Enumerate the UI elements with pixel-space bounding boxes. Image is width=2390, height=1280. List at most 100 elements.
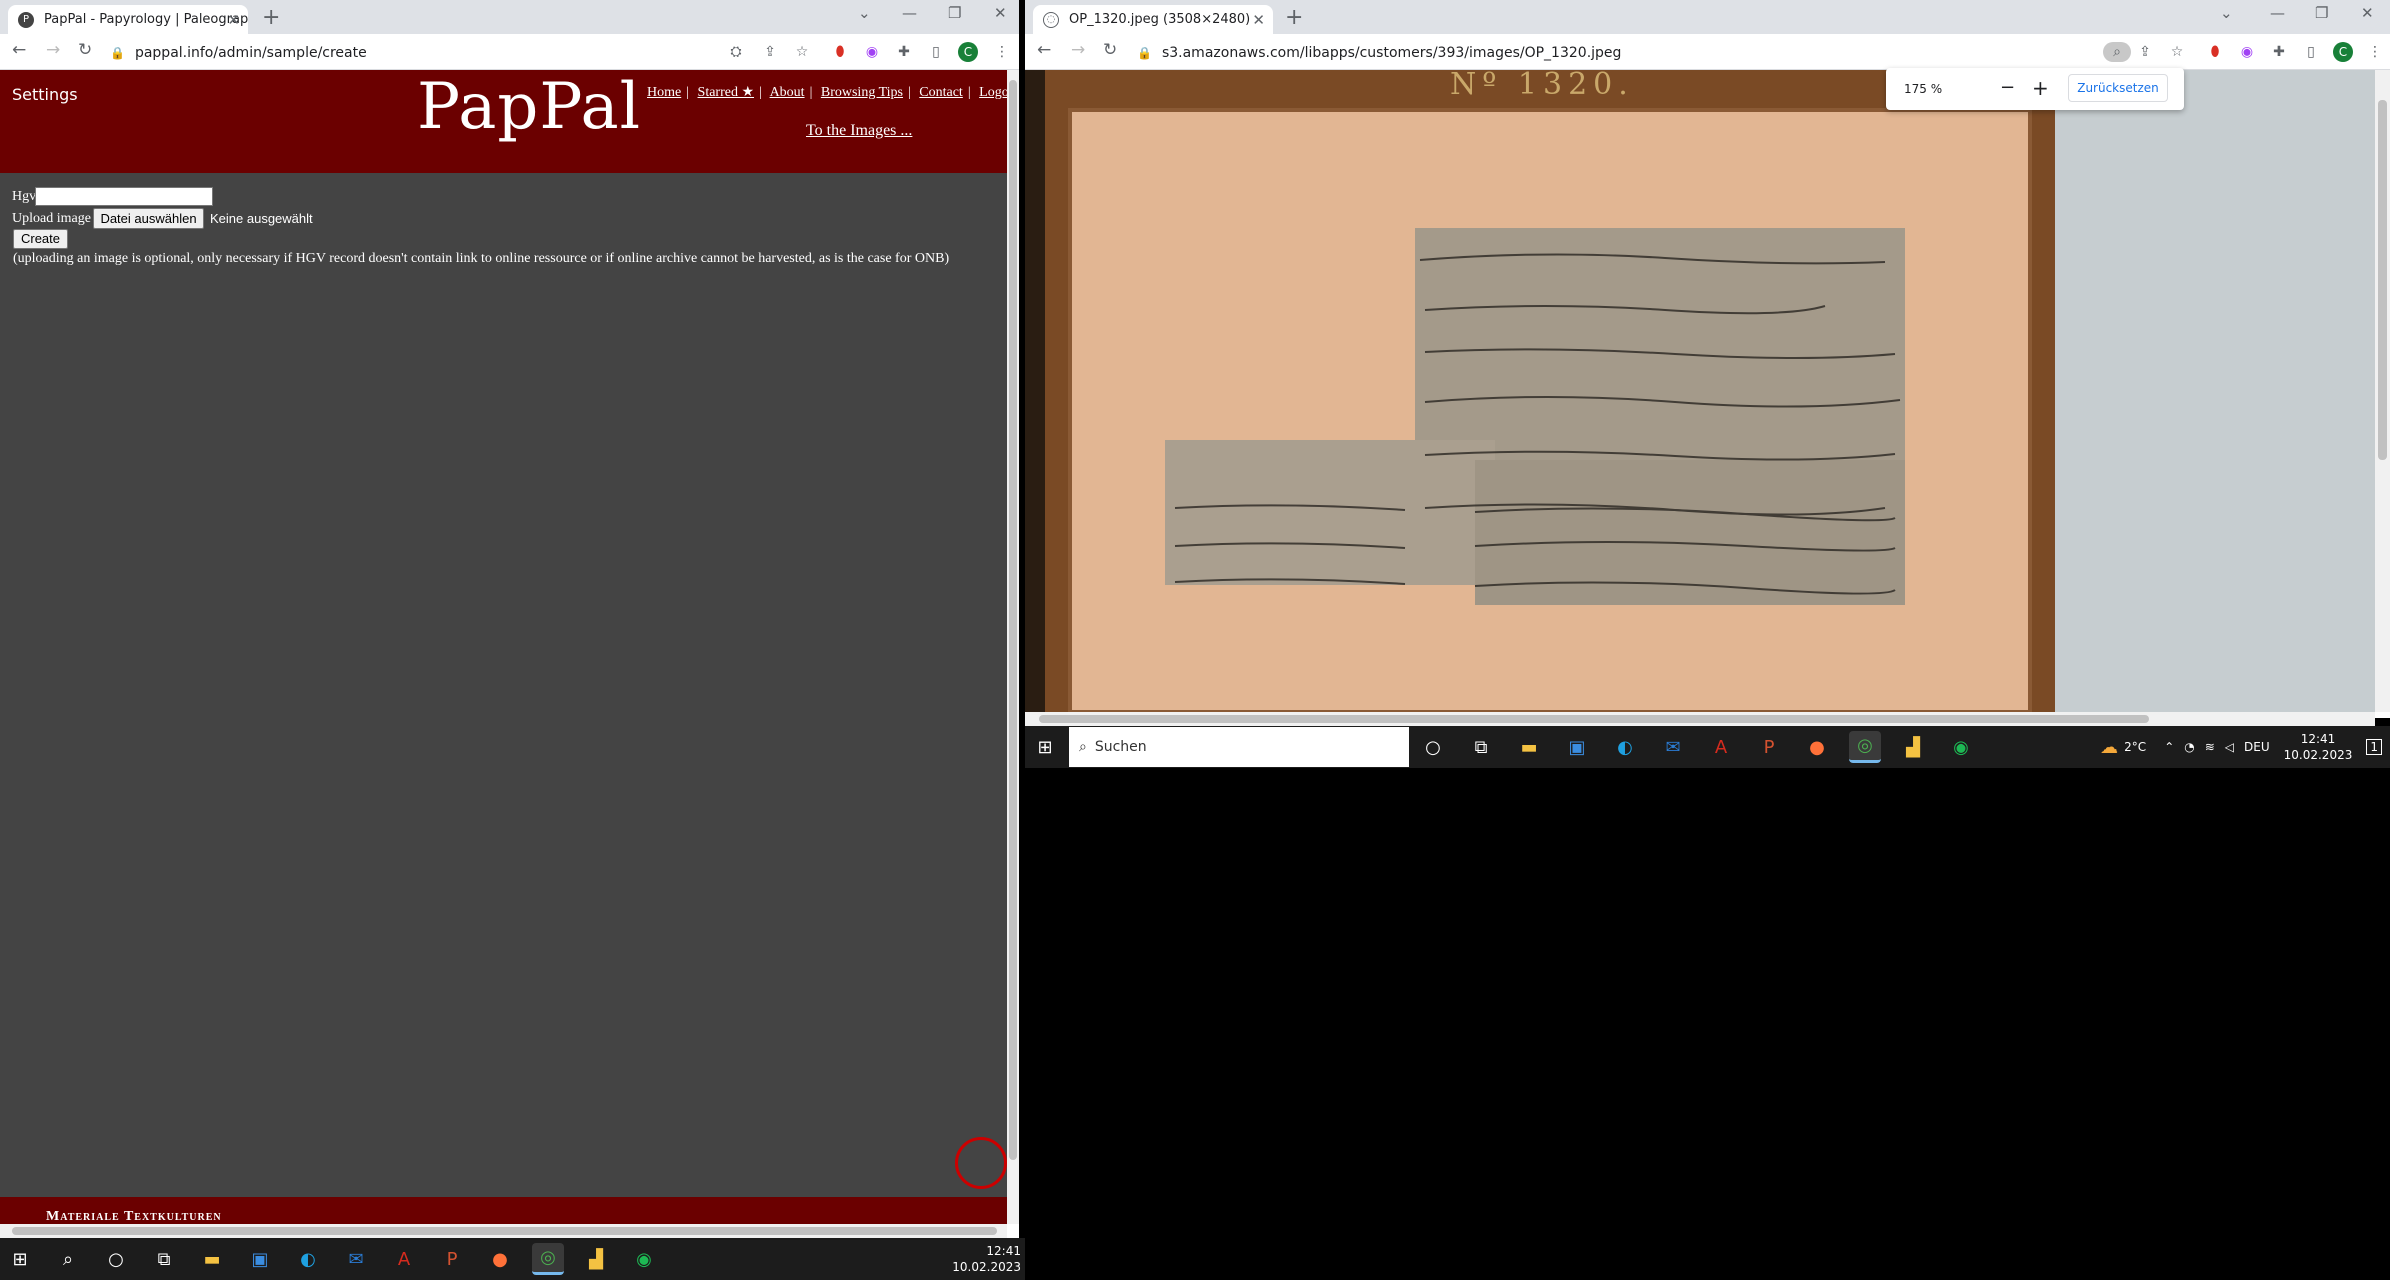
chrome-icon[interactable]: ◎ bbox=[1849, 731, 1881, 763]
new-tab-button[interactable]: + bbox=[262, 5, 280, 30]
left-taskbar: ⊞ ⌕ ○ ⧉ ▬ ▣ ◐ ✉ A P ● ◎ ▟ ◉ 12:41 10.02.… bbox=[0, 1238, 1025, 1280]
acrobat-icon[interactable]: A bbox=[1705, 731, 1737, 763]
translate-icon[interactable]: ⛭ bbox=[726, 42, 746, 62]
choose-file-button[interactable]: Datei auswählen bbox=[93, 208, 204, 229]
edge-icon[interactable]: ◐ bbox=[1609, 731, 1641, 763]
chrome-icon[interactable]: ◎ bbox=[532, 1243, 564, 1275]
right-taskbar-clock[interactable]: 12:41 10.02.2023 bbox=[2284, 731, 2353, 763]
file-explorer-icon[interactable]: ▬ bbox=[1513, 731, 1545, 763]
new-tab-button[interactable]: + bbox=[1285, 5, 1303, 30]
right-horizontal-scroll-thumb[interactable] bbox=[1039, 715, 2149, 723]
zoom-in-button[interactable]: + bbox=[2032, 76, 2049, 100]
store-icon[interactable]: ▣ bbox=[1561, 731, 1593, 763]
back-arrow-icon[interactable]: ← bbox=[12, 40, 26, 60]
nav-home[interactable]: Home bbox=[647, 85, 681, 100]
windows-start-icon[interactable]: ⊞ bbox=[1029, 731, 1061, 763]
firefox-icon[interactable]: ● bbox=[484, 1243, 516, 1275]
extension-red-icon[interactable]: ⬮ bbox=[2205, 42, 2225, 62]
tab-search-chevron-icon[interactable]: ⌄ bbox=[858, 4, 871, 22]
zoom-magnifier-icon[interactable]: ⌕ bbox=[2103, 42, 2131, 62]
extension-red-icon[interactable]: ⬮ bbox=[830, 42, 850, 62]
forward-arrow-icon[interactable]: → bbox=[1071, 40, 1085, 60]
close-tab-icon[interactable]: ✕ bbox=[227, 11, 240, 29]
close-window-button[interactable]: ✕ bbox=[2361, 4, 2374, 22]
zoom-level: 175 % bbox=[1904, 82, 1943, 96]
powerpoint-icon[interactable]: P bbox=[436, 1243, 468, 1275]
menu-kebab-icon[interactable]: ⋮ bbox=[992, 42, 1012, 62]
reload-icon[interactable]: ↻ bbox=[1103, 40, 1117, 60]
nav-about[interactable]: About bbox=[770, 85, 805, 100]
extensions-puzzle-icon[interactable]: ✚ bbox=[2269, 42, 2289, 62]
extension-purple-icon[interactable]: ◉ bbox=[2237, 42, 2257, 62]
settings-link[interactable]: Settings bbox=[12, 85, 78, 104]
spotify-icon[interactable]: ◉ bbox=[1945, 731, 1977, 763]
file-explorer-icon[interactable]: ▬ bbox=[196, 1243, 228, 1275]
sidepanel-icon[interactable]: ▯ bbox=[2301, 42, 2321, 62]
powerpoint-icon[interactable]: P bbox=[1753, 731, 1785, 763]
windows-start-icon[interactable]: ⊞ bbox=[4, 1243, 36, 1275]
tray-chevron-up-icon[interactable]: ⌃ bbox=[2164, 740, 2174, 754]
sidepanel-icon[interactable]: ▯ bbox=[926, 42, 946, 62]
weather-temp[interactable]: 2°C bbox=[2124, 740, 2146, 754]
back-arrow-icon[interactable]: ← bbox=[1037, 40, 1051, 60]
share-icon[interactable]: ⇪ bbox=[2135, 42, 2155, 62]
create-button[interactable]: Create bbox=[13, 229, 68, 249]
notes-app-icon[interactable]: ▟ bbox=[1897, 731, 1929, 763]
share-icon[interactable]: ⇪ bbox=[760, 42, 780, 62]
extensions-puzzle-icon[interactable]: ✚ bbox=[894, 42, 914, 62]
cortana-icon[interactable]: ○ bbox=[1417, 731, 1449, 763]
zoom-reset-button[interactable]: Zurücksetzen bbox=[2068, 74, 2168, 102]
notes-app-icon[interactable]: ▟ bbox=[580, 1243, 612, 1275]
zoom-out-button[interactable]: − bbox=[2000, 77, 2015, 98]
bookmark-star-icon[interactable]: ☆ bbox=[792, 42, 812, 62]
reload-icon[interactable]: ↻ bbox=[78, 40, 92, 60]
search-icon[interactable]: ⌕ bbox=[52, 1243, 84, 1275]
minimize-button[interactable]: — bbox=[2270, 4, 2285, 22]
to-images-link[interactable]: To the Images ... bbox=[806, 122, 912, 140]
edge-icon[interactable]: ◐ bbox=[292, 1243, 324, 1275]
left-vertical-scroll-thumb[interactable] bbox=[1009, 80, 1017, 1160]
tab-search-chevron-icon[interactable]: ⌄ bbox=[2220, 4, 2233, 22]
taskbar-search-box[interactable]: ⌕ Suchen bbox=[1069, 727, 1409, 767]
firefox-icon[interactable]: ● bbox=[1801, 731, 1833, 763]
right-horizontal-scrollbar[interactable] bbox=[1025, 712, 2375, 726]
right-active-tab[interactable]: ◌ OP_1320.jpeg (3508×2480) ✕ bbox=[1033, 5, 1273, 34]
image-viewer[interactable]: Nº 1320. bbox=[1025, 70, 2375, 712]
bookmark-star-icon[interactable]: ☆ bbox=[2167, 42, 2187, 62]
extension-purple-icon[interactable]: ◉ bbox=[862, 42, 882, 62]
restore-button[interactable]: ❐ bbox=[948, 4, 961, 22]
task-view-icon[interactable]: ⧉ bbox=[148, 1243, 180, 1275]
cortana-icon[interactable]: ○ bbox=[100, 1243, 132, 1275]
left-active-tab[interactable]: P PapPal - Papyrology | Paleograph ✕ bbox=[8, 5, 248, 34]
menu-kebab-icon[interactable]: ⋮ bbox=[2365, 42, 2385, 62]
nav-starred[interactable]: Starred ★ bbox=[698, 85, 754, 100]
nav-browsing-tips[interactable]: Browsing Tips bbox=[821, 85, 903, 100]
forward-arrow-icon[interactable]: → bbox=[46, 40, 60, 60]
left-taskbar-clock[interactable]: 12:41 10.02.2023 bbox=[952, 1243, 1021, 1275]
close-tab-icon[interactable]: ✕ bbox=[1252, 11, 1265, 29]
minimize-button[interactable]: — bbox=[902, 4, 917, 22]
restore-button[interactable]: ❐ bbox=[2315, 4, 2328, 22]
profile-avatar[interactable]: C bbox=[2333, 42, 2353, 62]
hgv-input[interactable] bbox=[35, 187, 213, 206]
address-bar[interactable]: 🔒 pappal.info/admin/sample/create bbox=[110, 39, 710, 66]
right-vertical-scroll-thumb[interactable] bbox=[2378, 100, 2387, 460]
nav-contact[interactable]: Contact bbox=[919, 85, 963, 100]
acrobat-icon[interactable]: A bbox=[388, 1243, 420, 1275]
mail-icon[interactable]: ✉ bbox=[1657, 731, 1689, 763]
network-icon[interactable]: ◔ bbox=[2184, 740, 2194, 754]
mail-icon[interactable]: ✉ bbox=[340, 1243, 372, 1275]
weather-icon[interactable]: ☁ bbox=[2100, 737, 2118, 758]
close-window-button[interactable]: ✕ bbox=[994, 4, 1007, 22]
spotify-icon[interactable]: ◉ bbox=[628, 1243, 660, 1275]
address-bar[interactable]: 🔒 s3.amazonaws.com/libapps/customers/393… bbox=[1137, 39, 2037, 66]
tray-lang[interactable]: DEU bbox=[2244, 740, 2270, 754]
task-view-icon[interactable]: ⧉ bbox=[1465, 731, 1497, 763]
profile-avatar[interactable]: C bbox=[958, 42, 978, 62]
wifi-icon[interactable]: ≋ bbox=[2205, 740, 2215, 754]
left-horizontal-scroll-thumb[interactable] bbox=[12, 1227, 997, 1235]
right-vertical-scrollbar[interactable] bbox=[2375, 70, 2390, 712]
notification-center-icon[interactable]: 1 bbox=[2366, 739, 2382, 755]
store-icon[interactable]: ▣ bbox=[244, 1243, 276, 1275]
speaker-icon[interactable]: ◁ bbox=[2225, 740, 2234, 754]
